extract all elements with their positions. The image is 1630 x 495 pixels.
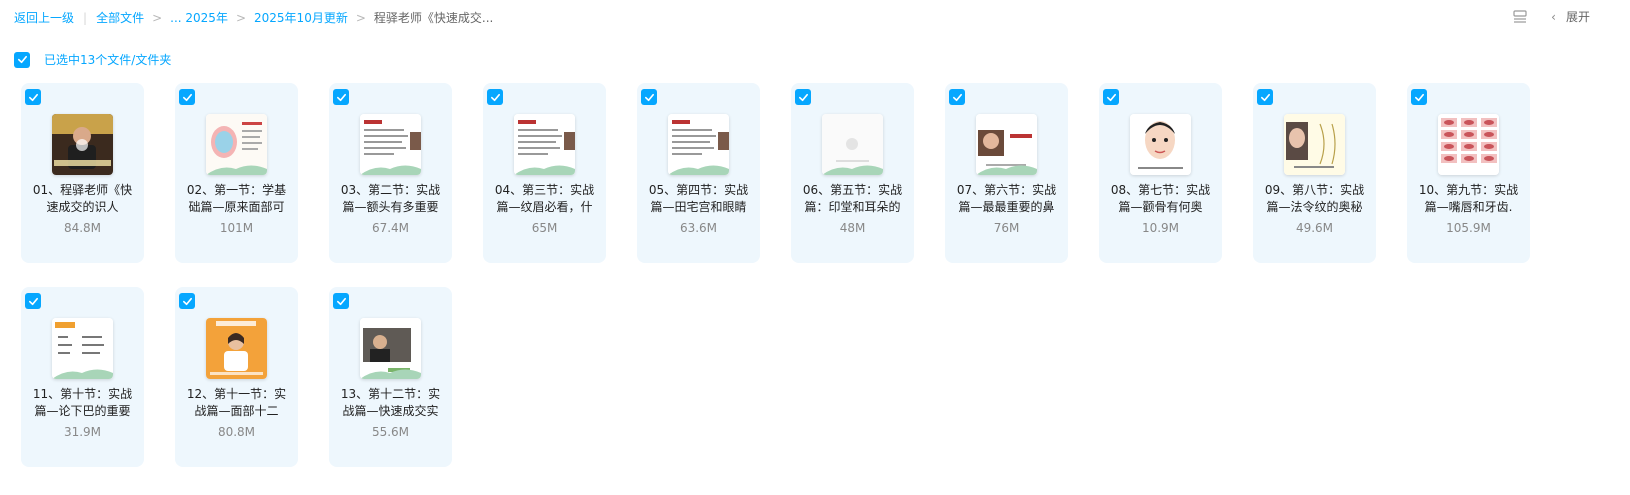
file-card[interactable]: 04、第三节：实战篇—纹眉必看，什 65M [483,83,606,263]
file-card[interactable]: 06、第五节：实战篇：印堂和耳朵的 48M [791,83,914,263]
file-thumbnail [206,114,267,175]
file-name: 09、第八节：实战篇—法令纹的奥秘 [1264,183,1365,214]
file-size: 76M [993,221,1020,235]
file-checkbox[interactable] [1257,89,1273,105]
header-actions: ‹ 展开 [1513,8,1590,25]
file-size: 10.9M [1141,221,1180,235]
file-checkbox[interactable] [179,293,195,309]
breadcrumb-separator-icon: > [235,10,247,25]
breadcrumb-current: 程驿老师《快速成交... [373,11,494,25]
file-size: 84.8M [63,221,102,235]
file-card[interactable]: 10、第九节：实战篇—嘴唇和牙齿. 105.9M [1407,83,1530,263]
file-thumbnail [1130,114,1191,175]
file-size: 55.6M [371,425,410,439]
breadcrumb: 返回上一级 | 全部文件 > ... 2025年 > 2025年10月更新 > … [14,9,493,26]
file-card[interactable]: 11、第十节：实战篇—论下巴的重要 31.9M [21,287,144,467]
file-size: 105.9M [1446,221,1491,235]
file-size: 67.4M [371,221,410,235]
selection-bar: 已选中13个文件/文件夹 [14,51,171,68]
file-checkbox[interactable] [641,89,657,105]
breadcrumb-all-files[interactable]: 全部文件 [96,9,144,26]
file-name: 01、程驿老师《快速成交的识人 [32,183,133,214]
file-name: 06、第五节：实战篇：印堂和耳朵的 [802,183,903,214]
breadcrumb-month[interactable]: 2025年10月更新 [254,9,348,26]
file-size: 65M [531,221,558,235]
file-name: 13、第十二节：实战篇—快速成交实 [340,387,441,418]
file-thumbnail [514,114,575,175]
file-thumbnail [52,318,113,379]
breadcrumb-year[interactable]: ... 2025年 [170,9,228,26]
expand-button[interactable]: 展开 [1566,8,1590,25]
file-checkbox[interactable] [795,89,811,105]
file-card[interactable]: 12、第十一节：实战篇—面部十二 80.8M [175,287,298,467]
file-checkbox[interactable] [25,89,41,105]
file-name: 11、第十节：实战篇—论下巴的重要 [32,387,133,418]
selection-count: 已选中13个文件/文件夹 [44,53,172,67]
file-thumbnail [822,114,883,175]
list-view-icon[interactable] [1513,9,1527,24]
file-name: 12、第十一节：实战篇—面部十二 [186,387,287,418]
file-card[interactable]: 01、程驿老师《快速成交的识人 84.8M [21,83,144,263]
top-bar: 返回上一级 | 全部文件 > ... 2025年 > 2025年10月更新 > … [0,0,1630,36]
breadcrumb-divider: | [83,10,88,25]
file-thumbnail [360,318,421,379]
file-checkbox[interactable] [25,293,41,309]
file-card[interactable]: 03、第二节：实战篇—额头有多重要 67.4M [329,83,452,263]
file-thumbnail [360,114,421,175]
file-name: 03、第二节：实战篇—额头有多重要 [340,183,441,214]
file-card[interactable]: 02、第一节：学基础篇—原来面部可 101M [175,83,298,263]
file-name: 10、第九节：实战篇—嘴唇和牙齿. [1418,183,1519,214]
file-thumbnail [976,114,1037,175]
file-size: 63.6M [679,221,718,235]
file-card[interactable]: 09、第八节：实战篇—法令纹的奥秘 49.6M [1253,83,1376,263]
chevron-left-icon[interactable]: ‹ [1551,10,1556,24]
file-thumbnail [668,114,729,175]
file-thumbnail [1438,114,1499,175]
file-size: 48M [839,221,866,235]
file-name: 05、第四节：实战篇—田宅宫和眼睛 [648,183,749,214]
breadcrumb-separator-icon: > [152,10,163,25]
select-all-checkbox[interactable] [14,51,30,68]
file-checkbox[interactable] [333,89,349,105]
file-checkbox[interactable] [949,89,965,105]
file-size: 49.6M [1295,221,1334,235]
file-thumbnail [52,114,113,175]
file-card[interactable]: 08、第七节：实战篇—颧骨有何奥 10.9M [1099,83,1222,263]
file-checkbox[interactable] [333,293,349,309]
file-checkbox[interactable] [487,89,503,105]
file-checkbox[interactable] [179,89,195,105]
file-checkbox[interactable] [1103,89,1119,105]
file-name: 07、第六节：实战篇—最最重要的鼻 [956,183,1057,214]
file-card[interactable]: 05、第四节：实战篇—田宅宫和眼睛 63.6M [637,83,760,263]
file-name: 08、第七节：实战篇—颧骨有何奥 [1110,183,1211,214]
file-checkbox[interactable] [1411,89,1427,105]
breadcrumb-separator-icon: > [355,10,366,25]
file-name: 04、第三节：实战篇—纹眉必看，什 [494,183,595,214]
file-thumbnail [206,318,267,379]
back-link[interactable]: 返回上一级 [14,9,74,26]
file-name: 02、第一节：学基础篇—原来面部可 [186,183,287,214]
file-card[interactable]: 07、第六节：实战篇—最最重要的鼻 76M [945,83,1068,263]
file-card[interactable]: 13、第十二节：实战篇—快速成交实 55.6M [329,287,452,467]
file-thumbnail [1284,114,1345,175]
file-size: 31.9M [63,425,102,439]
file-size: 101M [219,221,254,235]
file-size: 80.8M [217,425,256,439]
